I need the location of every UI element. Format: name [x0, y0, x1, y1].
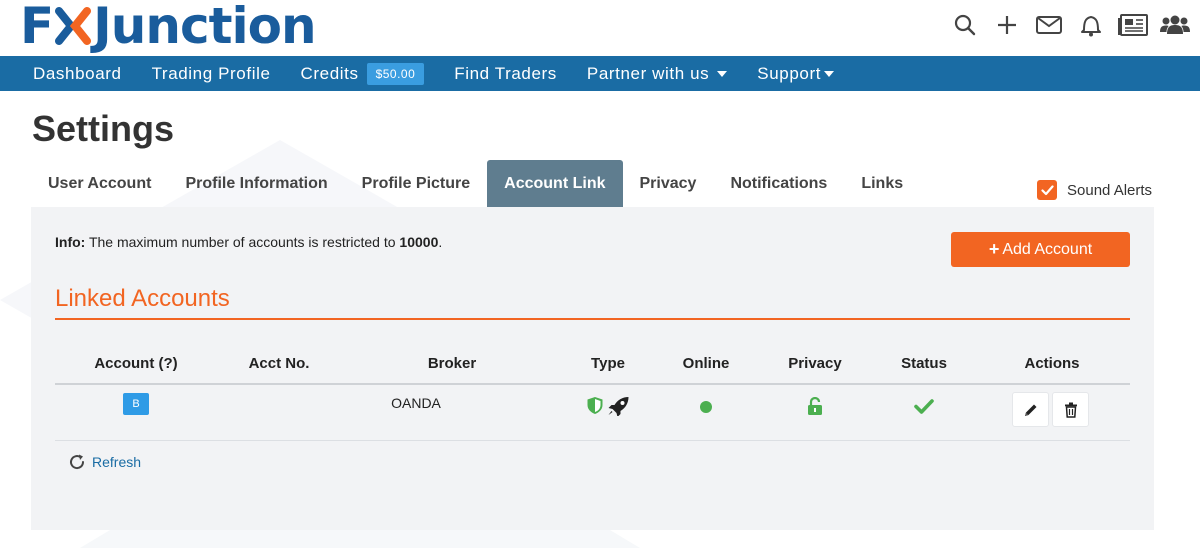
table-header: Account (?) Acct No. Broker Type Online …: [55, 347, 1130, 385]
edit-account-button[interactable]: [1012, 392, 1049, 427]
refresh-icon: [70, 454, 85, 470]
section-divider: [55, 318, 1130, 320]
trash-icon: [1064, 402, 1077, 418]
add-account-button[interactable]: + Add Account: [951, 232, 1130, 267]
broker-cell: OANDA: [391, 395, 441, 411]
status-cell: [914, 399, 934, 417]
linked-accounts-heading: Linked Accounts: [55, 285, 230, 312]
delete-account-button[interactable]: [1052, 392, 1089, 427]
type-cell: [587, 396, 630, 416]
refresh-label: Refresh: [92, 454, 142, 470]
header-icon-bar: [950, 10, 1190, 40]
refresh-link[interactable]: Refresh: [68, 453, 141, 471]
nav-dashboard-label: Dashboard: [33, 63, 122, 83]
check-icon: [1040, 184, 1054, 195]
tab-profile-picture[interactable]: Profile Picture: [345, 160, 487, 207]
tab-links[interactable]: Links: [844, 160, 920, 207]
info-text: The maximum number of accounts is restri…: [85, 234, 400, 250]
tab-user-account[interactable]: User Account: [31, 160, 168, 207]
search-icon[interactable]: [950, 10, 980, 40]
tab-privacy[interactable]: Privacy: [623, 160, 714, 207]
plus-icon: +: [988, 239, 1000, 259]
info-suffix: .: [438, 234, 443, 250]
header-online: Online: [682, 355, 730, 372]
logo-word-junction: Junction: [93, 0, 316, 55]
nav-trading-profile-label: Trading Profile: [151, 63, 271, 83]
nav-dashboard[interactable]: Dashboard: [18, 56, 137, 91]
actions-cell: [1012, 392, 1092, 427]
sound-alerts-toggle: Sound Alerts: [1037, 180, 1152, 200]
info-prefix: Info:: [55, 234, 86, 250]
logo-x-mark: [55, 5, 92, 47]
add-account-label: Add Account: [1002, 240, 1093, 258]
rocket-icon: [608, 397, 629, 416]
header-privacy: Privacy: [788, 355, 842, 372]
page-title: Settings: [32, 108, 175, 149]
header-type: Type: [591, 355, 625, 372]
account-cell: B: [123, 393, 149, 415]
nav-credits[interactable]: Credits $50.00: [286, 56, 440, 91]
settings-tabs: User Account Profile Information Profile…: [31, 160, 920, 207]
account-link-panel: Info: The maximum number of accounts is …: [31, 207, 1154, 530]
tab-profile-information[interactable]: Profile Information: [168, 160, 344, 207]
nav-partner-dropdown[interactable]: Partner with us: [572, 56, 742, 91]
tab-notifications[interactable]: Notifications: [713, 160, 844, 207]
logo-letter-f: F: [20, 0, 54, 55]
nav-trading-profile[interactable]: Trading Profile: [137, 56, 286, 91]
online-cell: [700, 397, 712, 413]
account-type-badge[interactable]: B: [123, 393, 149, 415]
linked-accounts-table: Account (?) Acct No. Broker Type Online …: [55, 347, 1130, 441]
nav-credits-label: Credits: [300, 63, 359, 83]
users-icon[interactable]: [1160, 10, 1190, 40]
tab-account-link[interactable]: Account Link: [487, 160, 623, 207]
chevron-down-icon: [824, 70, 835, 77]
sound-alerts-checkbox[interactable]: [1037, 180, 1057, 200]
credits-balance-badge: $50.00: [366, 62, 425, 85]
header-actions: Actions: [1024, 355, 1080, 372]
bell-icon[interactable]: [1076, 10, 1106, 40]
main-navbar: Dashboard Trading Profile Credits $50.00…: [0, 56, 1200, 91]
edit-icon: [1024, 404, 1036, 416]
nav-find-traders-label: Find Traders: [454, 63, 557, 83]
nav-partner-label: Partner with us: [586, 63, 710, 83]
newspaper-icon[interactable]: [1118, 10, 1148, 40]
table-row: B OANDA: [55, 385, 1130, 441]
header-broker: Broker: [427, 355, 477, 372]
online-status-dot: [700, 401, 712, 413]
top-header: F Junction: [0, 0, 1200, 56]
nav-support-label: Support: [757, 63, 822, 83]
header-acct-no: Acct No.: [248, 355, 310, 372]
nav-support-dropdown[interactable]: Support: [742, 56, 849, 91]
nav-find-traders[interactable]: Find Traders: [439, 56, 572, 91]
privacy-cell: [807, 396, 823, 419]
chevron-down-icon: [717, 70, 728, 77]
check-icon: [914, 399, 934, 414]
mail-icon[interactable]: [1034, 10, 1064, 40]
plus-icon[interactable]: [992, 10, 1022, 40]
header-status: Status: [901, 355, 947, 372]
header-account[interactable]: Account (?): [94, 355, 177, 372]
sound-alerts-label: Sound Alerts: [1067, 181, 1153, 199]
unlock-icon[interactable]: [807, 396, 823, 416]
fxjunction-logo[interactable]: F Junction: [20, 0, 317, 55]
info-limit: 10000: [399, 234, 439, 250]
info-message: Info: The maximum number of accounts is …: [55, 234, 442, 250]
shield-icon: [587, 397, 603, 414]
